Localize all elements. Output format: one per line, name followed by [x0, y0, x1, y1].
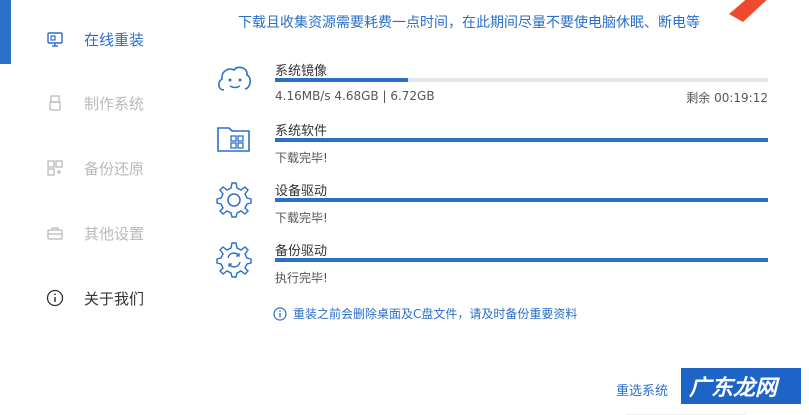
task-name: 系统镜像: [275, 64, 328, 79]
reselect-system-link[interactable]: 重选系统: [616, 380, 668, 399]
sidebar-item-label: 关于我们: [84, 289, 145, 308]
folder-apps-icon: [217, 127, 250, 152]
bottom-decoration: [625, 414, 745, 415]
info-circle-icon: [46, 289, 64, 307]
toolbox-icon: [47, 227, 63, 240]
task-name: 系统软件: [275, 124, 328, 139]
gear-sync-icon: [216, 242, 252, 278]
usb-icon: [49, 95, 61, 111]
progress-fill: [275, 198, 768, 202]
sidebar-item-other-settings[interactable]: 其他设置: [46, 221, 144, 245]
sidebar-item-about-us[interactable]: 关于我们: [46, 286, 144, 310]
task-name: 设备驱动: [275, 184, 328, 199]
task-status: 下载完毕!: [275, 151, 328, 165]
watermark-text: 广东龙网: [689, 376, 778, 401]
sidebar-item-label: 制作系统: [84, 94, 145, 113]
progress-bar: [275, 198, 768, 202]
backup-icon: [47, 160, 63, 176]
top-message: 下载且收集资源需要耗费一点时间，在此期间尽量不要使电脑休眠、断电等: [238, 15, 700, 31]
download-stats: 4.16MB/s 4.68GB | 6.72GB: [275, 89, 435, 103]
task-system-image: 系统镜像 4.16MB/s 4.68GB | 6.72GB 剩余 00:19:1…: [215, 60, 768, 110]
watermark-logo: 广东龙网: [681, 368, 801, 404]
progress-bar: [275, 258, 768, 262]
active-indicator: [0, 0, 11, 64]
sidebar-item-label: 其他设置: [84, 224, 145, 243]
main-panel: 下载且收集资源需要耗费一点时间，在此期间尽量不要使电脑休眠、断电等 系统镜像 4…: [195, 0, 809, 415]
progress-bar: [275, 78, 768, 82]
sidebar-item-backup-restore[interactable]: 备份还原: [46, 156, 144, 180]
sidebar: 在线重装 制作系统 备份还原 其他设置 关于我们: [11, 0, 195, 415]
progress-bar: [275, 138, 768, 142]
task-backup-driver: 备份驱动 执行完毕!: [215, 240, 768, 290]
task-system-software: 系统软件 下载完毕!: [215, 120, 768, 170]
task-status: 下载完毕!: [275, 211, 328, 225]
warning-notice: 重装之前会删除桌面及C盘文件，请及时备份重要资料: [273, 305, 577, 322]
sidebar-item-make-system[interactable]: 制作系统: [46, 91, 144, 115]
info-icon: [273, 306, 287, 321]
task-device-driver: 设备驱动 下载完毕!: [215, 180, 768, 230]
notice-text: 重装之前会删除桌面及C盘文件，请及时备份重要资料: [293, 307, 578, 321]
progress-fill: [275, 78, 409, 82]
monitor-icon: [47, 32, 63, 47]
progress-fill: [275, 258, 768, 262]
sidebar-item-label: 在线重装: [84, 30, 145, 49]
progress-fill: [275, 138, 768, 142]
arrow-icon: [729, 0, 767, 22]
sidebar-item-label: 备份还原: [84, 159, 145, 178]
task-name: 备份驱动: [275, 244, 328, 259]
task-status: 执行完毕!: [275, 271, 328, 285]
time-remaining: 剩余 00:19:12: [686, 91, 768, 105]
gear-icon: [216, 182, 252, 218]
sidebar-item-online-reinstall[interactable]: 在线重装: [46, 27, 144, 51]
cloud-face-icon: [218, 66, 251, 91]
